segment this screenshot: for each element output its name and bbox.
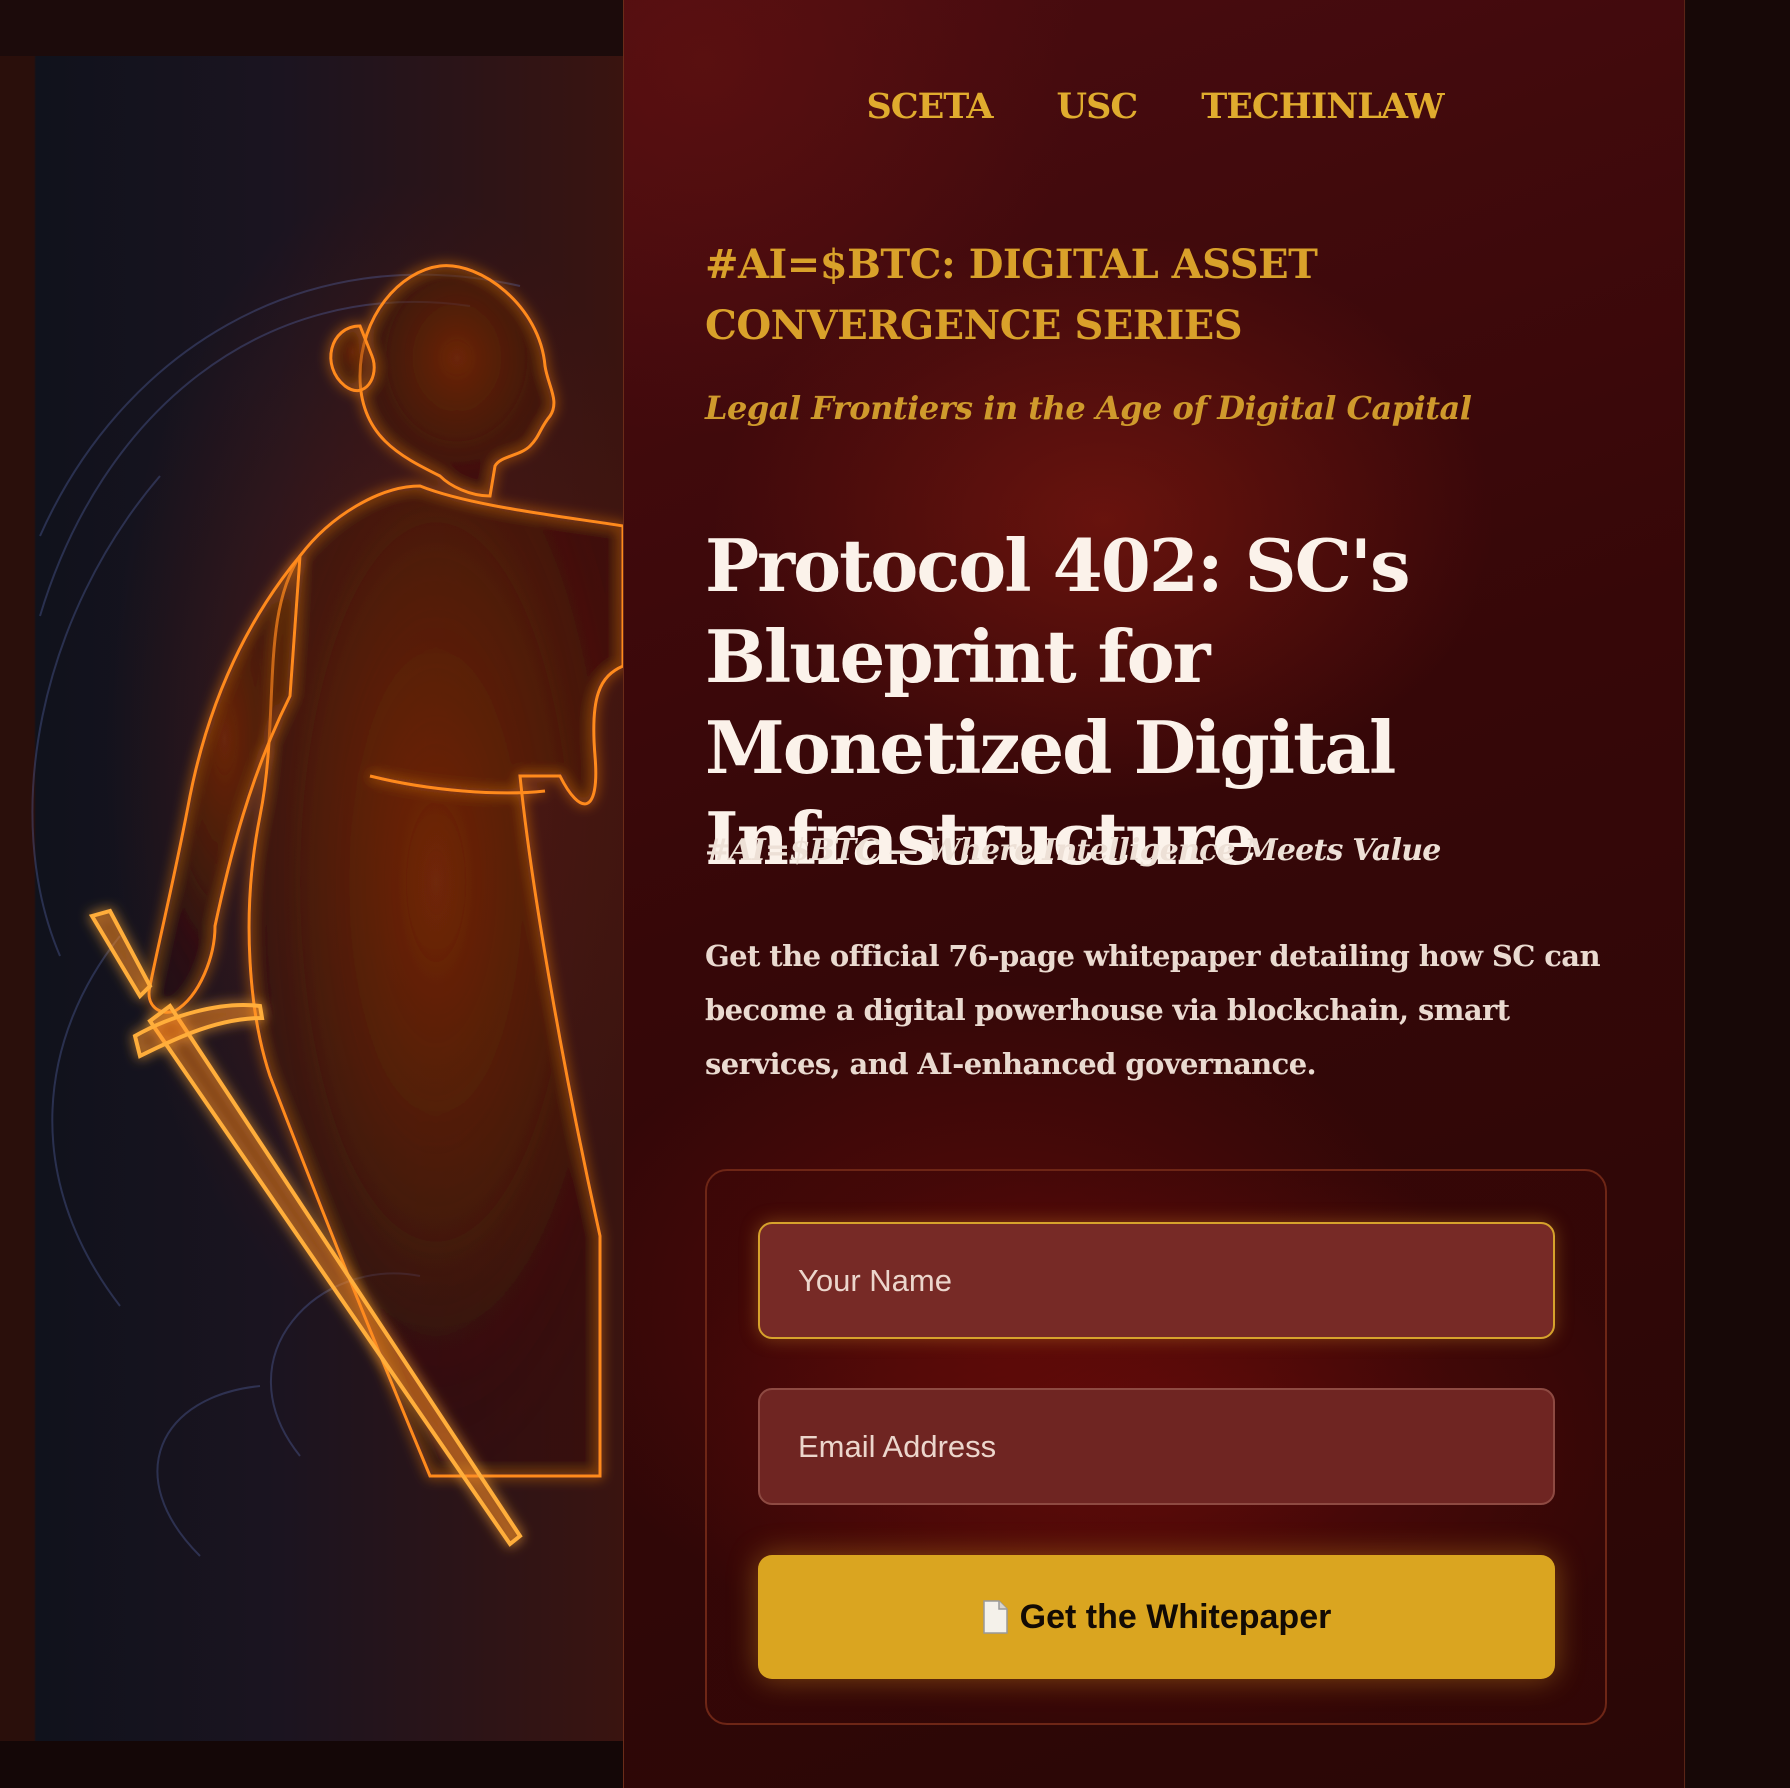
nav-link-usc[interactable]: USC xyxy=(1057,86,1139,127)
tagline: Legal Frontiers in the Age of Digital Ca… xyxy=(705,389,1472,427)
get-whitepaper-label: Get the Whitepaper xyxy=(1019,1597,1332,1636)
series-heading: #AI=$BTC: DIGITAL ASSET CONVERGENCE SERI… xyxy=(705,241,1318,349)
partner-nav: SCETA USC TECHINLAW xyxy=(624,86,1686,127)
hero-image-lady-justice xyxy=(0,56,623,1741)
whitepaper-form: Get the Whitepaper xyxy=(705,1169,1607,1725)
right-gutter xyxy=(1686,0,1790,1788)
top-strip xyxy=(0,0,623,56)
subline: #AI=$BTC — Where Intelligence Meets Valu… xyxy=(705,833,1441,868)
name-input[interactable] xyxy=(758,1222,1555,1339)
email-input[interactable] xyxy=(758,1388,1555,1505)
description: Get the official 76-page whitepaper deta… xyxy=(705,939,1601,1081)
signup-panel: SCETA USC TECHINLAW #AI=$BTC: DIGITAL AS… xyxy=(623,0,1685,1788)
document-icon xyxy=(982,1600,1008,1634)
nav-link-techinlaw[interactable]: TECHINLAW xyxy=(1201,86,1444,127)
lady-justice-illustration xyxy=(31,264,623,1557)
nav-link-sceta[interactable]: SCETA xyxy=(866,86,993,127)
get-whitepaper-button[interactable]: Get the Whitepaper xyxy=(758,1555,1555,1679)
page-title: Protocol 402: SC's Blueprint for Monetiz… xyxy=(705,523,1410,881)
bottom-strip xyxy=(0,1741,623,1788)
